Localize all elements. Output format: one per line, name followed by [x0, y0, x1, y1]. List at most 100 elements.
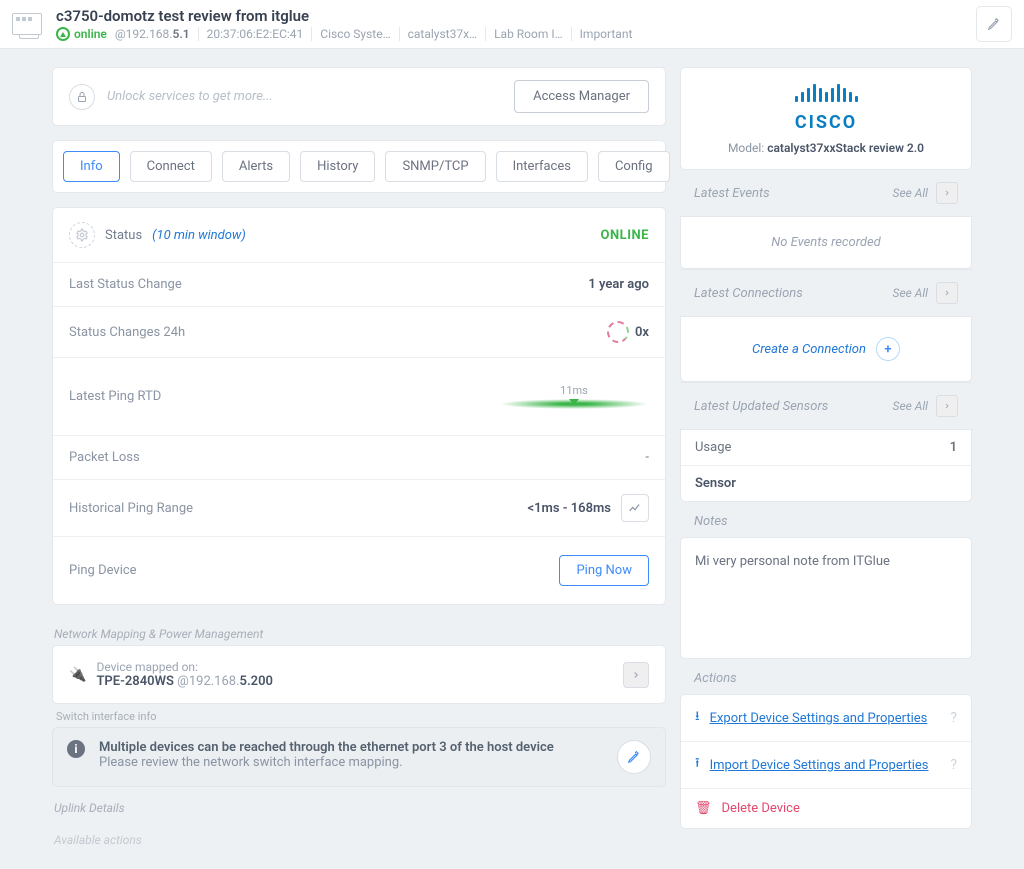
help-icon[interactable]: ?	[950, 710, 957, 726]
connections-header: Latest Connections See All	[680, 269, 972, 317]
notes-title: Notes	[680, 502, 972, 537]
tab-info[interactable]: Info	[63, 151, 120, 182]
tab-alerts[interactable]: Alerts	[222, 151, 290, 182]
hist-ping-label: Historical Ping Range	[69, 501, 193, 516]
last-change-label: Last Status Change	[69, 277, 182, 292]
notes-body[interactable]: Mi very personal note from ITGlue	[681, 538, 971, 658]
latest-ping-label: Latest Ping RTD	[69, 389, 161, 404]
chevron-right-icon	[943, 288, 951, 298]
unlock-services-card: Unlock services to get more... Access Ma…	[52, 67, 666, 126]
chevron-right-icon	[631, 670, 641, 680]
action-import-row[interactable]: ⭱ Import Device Settings and Properties …	[681, 742, 971, 789]
cisco-logo-text: CISCO	[795, 112, 857, 133]
changes-24h-sparkline-icon	[607, 321, 629, 343]
connections-title: Latest Connections	[694, 286, 885, 301]
chevron-right-icon	[943, 401, 951, 411]
unlock-hint: Unlock services to get more...	[107, 89, 273, 104]
connections-expand-button[interactable]	[936, 282, 958, 304]
alert-title: Multiple devices can be reached through …	[99, 740, 554, 755]
alert-subtitle: Please review the network switch interfa…	[99, 755, 554, 770]
mac-address: 20:37:06:E2:EC:41	[207, 27, 304, 41]
create-connection-link[interactable]: Create a Connection +	[681, 317, 971, 381]
events-title: Latest Events	[694, 186, 885, 201]
available-actions-title: Available actions	[54, 833, 664, 847]
events-expand-button[interactable]	[936, 182, 958, 204]
tab-history[interactable]: History	[300, 151, 375, 182]
model-value: catalyst37xxStack review 2.0	[767, 141, 924, 155]
model-short: catalyst37x…	[408, 27, 477, 41]
device-title: c3750-domotz test review from itglue	[56, 7, 962, 25]
download-icon: ⭳	[695, 707, 700, 729]
tab-bar: Info Connect Alerts History SNMP/TCP Int…	[52, 140, 666, 193]
ip-address: @192.168.5.1	[115, 27, 190, 41]
events-empty: No Events recorded	[681, 217, 971, 268]
actions-title: Actions	[680, 659, 972, 694]
status-card: Status (10 min window) ONLINE Last Statu…	[52, 207, 666, 605]
brand-card: CISCO Model: catalyst37xxStack review 2.…	[680, 67, 972, 170]
plug-icon: 🔌	[69, 667, 86, 683]
connections-see-all[interactable]: See All	[893, 286, 928, 300]
sensors-title: Latest Updated Sensors	[694, 399, 885, 414]
tab-interfaces[interactable]: Interfaces	[496, 151, 588, 182]
help-icon[interactable]: ?	[950, 757, 957, 773]
chevron-right-icon	[943, 188, 951, 198]
sensors-expand-button[interactable]	[936, 395, 958, 417]
trash-icon: 🗑	[695, 801, 712, 816]
status-window: (10 min window)	[152, 228, 246, 243]
action-delete-row[interactable]: 🗑 Delete Device	[681, 789, 971, 828]
tab-snmp[interactable]: SNMP/TCP	[385, 151, 485, 182]
sensors-usage-label: Usage	[695, 440, 731, 455]
upload-icon: ⭱	[695, 754, 700, 776]
action-import-link[interactable]: Import Device Settings and Properties	[710, 758, 941, 773]
mapped-on-label: Device mapped on:	[96, 660, 273, 674]
tab-config[interactable]: Config	[598, 151, 670, 182]
model-label: Model:	[728, 141, 767, 155]
mapped-device-name: TPE-2840WS	[96, 674, 174, 689]
sensor-item[interactable]: Sensor	[681, 466, 971, 501]
ping-graphic: 11ms	[499, 384, 649, 409]
mapping-expand-button[interactable]	[623, 662, 649, 688]
status-label: Status	[105, 228, 142, 243]
status-badge: online	[56, 27, 107, 41]
section-mapping-title: Network Mapping & Power Management	[54, 627, 664, 641]
packet-loss-label: Packet Loss	[69, 450, 140, 465]
status-indicator-icon	[56, 27, 70, 41]
gear-icon[interactable]	[69, 222, 95, 248]
priority: Important	[580, 27, 633, 41]
location: Lab Room I…	[494, 27, 563, 41]
sensors-header: Latest Updated Sensors See All	[680, 382, 972, 430]
uplink-title: Uplink Details	[54, 801, 664, 815]
status-text: online	[74, 27, 107, 41]
pencil-icon	[627, 750, 641, 764]
network-mapping-section: Network Mapping & Power Management 🔌 Dev…	[52, 619, 666, 851]
status-value: ONLINE	[601, 228, 649, 243]
vendor: Cisco Syste…	[320, 27, 390, 41]
changes-24h-label: Status Changes 24h	[69, 325, 185, 340]
action-export-row[interactable]: ⭳ Export Device Settings and Properties …	[681, 695, 971, 742]
sensors-see-all[interactable]: See All	[893, 399, 928, 413]
pencil-icon	[987, 17, 1001, 31]
access-manager-button[interactable]: Access Manager	[514, 80, 649, 113]
edit-switch-mapping-button[interactable]	[617, 740, 651, 774]
chart-line-icon	[628, 501, 642, 515]
events-see-all[interactable]: See All	[893, 186, 928, 200]
ping-now-button[interactable]: Ping Now	[559, 555, 649, 586]
cisco-logo-bars	[697, 82, 955, 102]
mapped-device-ip: @192.168.5.200	[174, 674, 273, 689]
changes-24h-value: 0x	[635, 325, 649, 340]
ping-value: 11ms	[499, 384, 649, 397]
hist-ping-value: <1ms - 168ms	[527, 501, 611, 516]
device-type-icon	[12, 13, 42, 35]
sensors-usage-count: 1	[950, 440, 957, 455]
action-delete-link[interactable]: Delete Device	[722, 801, 957, 816]
lock-icon	[69, 84, 95, 110]
edit-header-button[interactable]	[976, 6, 1012, 42]
packet-loss-value: -	[645, 450, 649, 465]
info-icon: i	[67, 740, 85, 758]
tab-connect[interactable]: Connect	[130, 151, 212, 182]
events-header: Latest Events See All	[680, 170, 972, 217]
action-export-link[interactable]: Export Device Settings and Properties	[710, 711, 941, 726]
ping-history-chart-button[interactable]	[621, 494, 649, 522]
last-change-value: 1 year ago	[588, 277, 649, 292]
switch-interface-label: Switch interface info	[52, 704, 666, 727]
